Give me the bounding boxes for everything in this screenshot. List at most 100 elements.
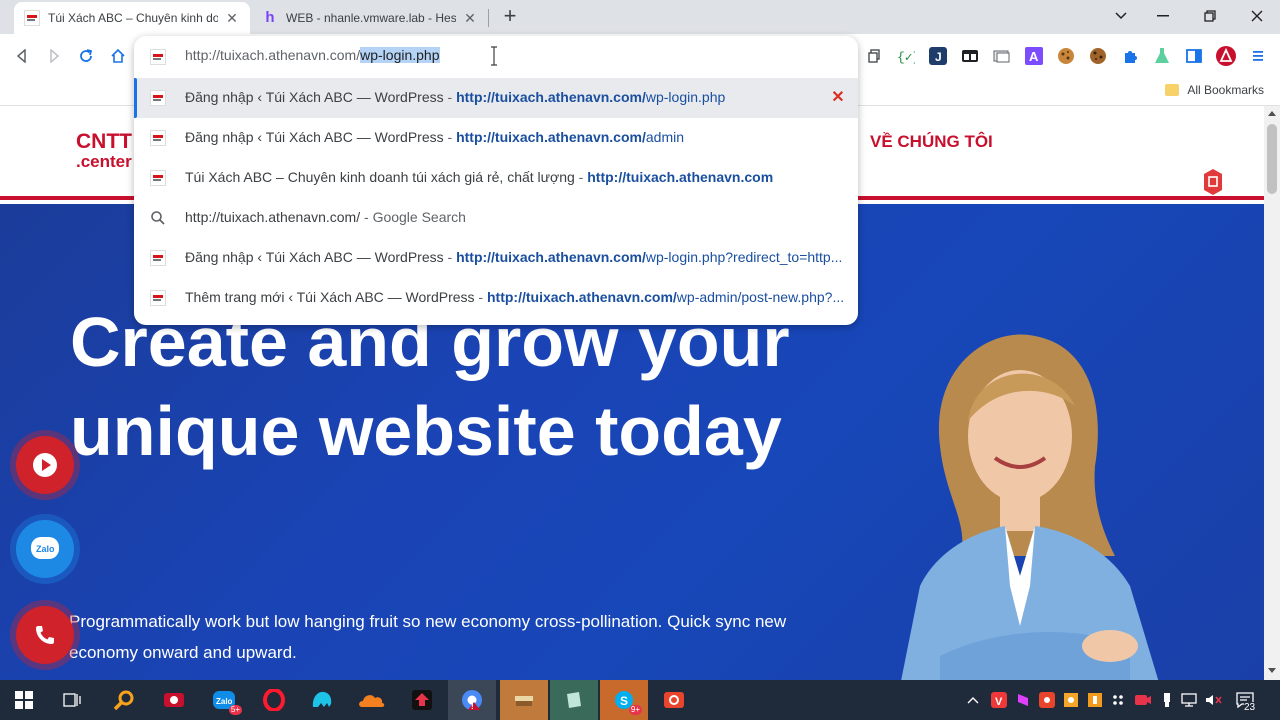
suggestion-item[interactable]: Đăng nhập ‹ Túi Xách ABC — WordPress - h… (134, 238, 858, 278)
upload-app[interactable] (398, 680, 446, 720)
suggestion-title: http://tuixach.athenavn.com/ (185, 209, 361, 225)
network-icon[interactable] (1180, 690, 1198, 710)
screen-recorder-app[interactable] (150, 680, 198, 720)
scroll-thumb[interactable] (1267, 124, 1277, 194)
cloudflare-app[interactable] (348, 680, 396, 720)
flask-extension-icon[interactable] (1152, 46, 1172, 66)
tab-search-button[interactable] (1098, 0, 1144, 32)
suggestion-item[interactable]: Túi Xách ABC – Chuyên kinh doanh túi xác… (134, 158, 858, 198)
close-icon[interactable]: ✕ (462, 10, 478, 26)
restore-icon (1204, 10, 1216, 22)
camera-icon (664, 692, 684, 708)
suggestion-url-host: http://tuixach.athenavn.com/ (456, 89, 646, 105)
chrome-icon: ! (462, 690, 482, 711)
scroll-down-icon[interactable] (1268, 666, 1276, 674)
books-app[interactable] (500, 680, 548, 720)
suggestion-title: Túi Xách ABC – Chuyên kinh doanh túi xác… (185, 169, 575, 185)
magnifier-icon (113, 690, 134, 711)
address-input[interactable]: http://tuixach.athenavn.com/wp-login.php (185, 47, 440, 63)
address-bar[interactable]: http://tuixach.athenavn.com/wp-login.php (134, 36, 858, 76)
suggestion-url-host: http://tuixach.athenavn.com (587, 169, 774, 185)
scroll-up-icon[interactable] (1268, 110, 1276, 118)
close-icon[interactable]: ✕ (224, 10, 240, 26)
cntt-favicon (150, 130, 166, 146)
windows-taskbar: Zalo 5+ ! S 9+ V 23 (0, 680, 1280, 720)
tray-orange2-icon[interactable] (1086, 690, 1104, 710)
suggestion-item[interactable]: Đăng nhập ‹ Túi Xách ABC — WordPress - h… (134, 118, 858, 158)
tray-orange-icon[interactable] (1062, 690, 1080, 710)
suggestion-item[interactable]: Thêm trang mới ‹ Túi Xách ABC — WordPres… (134, 278, 858, 318)
cntt-favicon (150, 49, 166, 65)
cookie-extension-icon[interactable] (1056, 46, 1076, 66)
tray-usb-icon[interactable] (1158, 690, 1176, 710)
search-app[interactable] (100, 680, 148, 720)
font-extension-icon[interactable]: A (1024, 46, 1044, 66)
cntt-favicon (24, 10, 40, 26)
side-panel-icon[interactable] (1184, 46, 1204, 66)
suggestion-item[interactable]: http://tuixach.athenavn.com/ - Google Se… (134, 198, 858, 238)
omnibox-dropdown: http://tuixach.athenavn.com/wp-login.php… (134, 36, 858, 325)
forward-button[interactable] (40, 42, 68, 70)
upload-icon (412, 690, 432, 710)
all-bookmarks-label: All Bookmarks (1187, 83, 1264, 97)
cntt-favicon (150, 90, 166, 106)
window-extension-icon[interactable] (960, 46, 980, 66)
screenshot-extension-icon[interactable] (992, 46, 1012, 66)
tray-app-icon[interactable] (1014, 690, 1032, 710)
back-button[interactable] (8, 42, 36, 70)
tray-dots-icon[interactable] (1110, 690, 1128, 710)
tray-vivaldi-icon[interactable]: V (990, 690, 1008, 710)
copy-extension-icon[interactable] (864, 46, 884, 66)
menu-icon[interactable] (1248, 46, 1268, 66)
restore-button[interactable] (1187, 0, 1233, 32)
tab-hestia[interactable]: h WEB - nhanle.vmware.lab - Hestia ✕ (252, 2, 488, 34)
tray-expand-button[interactable] (964, 690, 982, 710)
nav-about-link[interactable]: VỀ CHÚNG TÔI (870, 132, 993, 152)
svg-text:{✓}: {✓} (897, 50, 915, 64)
reload-button[interactable] (72, 42, 100, 70)
site-logo[interactable]: CNTT .center (76, 131, 132, 172)
puzzle-extensions-icon[interactable] (1120, 46, 1140, 66)
phone-button[interactable] (16, 606, 74, 664)
suggestion-url-host: http://tuixach.athenavn.com/ (456, 129, 646, 145)
suggestion-title: Đăng nhập ‹ Túi Xách ABC — WordPress (185, 89, 444, 105)
zalo-app[interactable]: Zalo 5+ (200, 680, 248, 720)
phone-icon (36, 626, 54, 644)
suggestion-title: Đăng nhập ‹ Túi Xách ABC — WordPress (185, 129, 444, 145)
new-tab-button[interactable]: + (498, 5, 522, 29)
page-scrollbar[interactable] (1264, 106, 1280, 680)
jira-extension-icon[interactable]: J (928, 46, 948, 66)
bag-icon[interactable] (1202, 168, 1224, 196)
youtube-button[interactable] (16, 436, 74, 494)
cookie-editor-extension-icon[interactable] (1088, 46, 1108, 66)
camera-app[interactable] (650, 680, 698, 720)
tray-record-icon[interactable] (1038, 690, 1056, 710)
opera-app[interactable] (250, 680, 298, 720)
task-view-button[interactable] (48, 680, 96, 720)
volume-muted-icon[interactable] (1204, 690, 1222, 710)
profile-avatar[interactable] (1216, 46, 1236, 66)
tray-video-icon[interactable] (1134, 690, 1152, 710)
minimize-button[interactable] (1140, 0, 1186, 32)
all-bookmarks-button[interactable]: All Bookmarks (1165, 83, 1264, 97)
tab-title: Túi Xách ABC – Chuyên kinh doanh túi xác… (48, 11, 218, 25)
text-cursor-icon (491, 46, 497, 66)
url-selected: wp-login.php (360, 47, 440, 63)
hestia-favicon: h (265, 9, 275, 26)
suggestion-item[interactable]: Đăng nhập ‹ Túi Xách ABC — WordPress - h… (134, 78, 858, 118)
svg-text:J: J (935, 50, 942, 64)
json-extension-icon[interactable]: {✓} (896, 46, 916, 66)
chrome-app[interactable]: ! (448, 680, 496, 720)
suggestion-separator: - (364, 209, 369, 225)
folder-icon (1165, 84, 1180, 96)
skype-app[interactable]: S 9+ (600, 680, 648, 720)
tab-tuixach[interactable]: Túi Xách ABC – Chuyên kinh doanh túi xác… (14, 2, 250, 34)
start-button[interactable] (0, 680, 48, 720)
suggestion-separator: - (478, 289, 484, 305)
elephant-app[interactable] (298, 680, 346, 720)
zalo-button[interactable]: Zalo (16, 520, 74, 578)
remove-suggestion-icon[interactable]: ✕ (830, 90, 846, 106)
close-window-button[interactable] (1234, 0, 1280, 32)
home-button[interactable] (104, 42, 132, 70)
notes-app[interactable] (550, 680, 598, 720)
